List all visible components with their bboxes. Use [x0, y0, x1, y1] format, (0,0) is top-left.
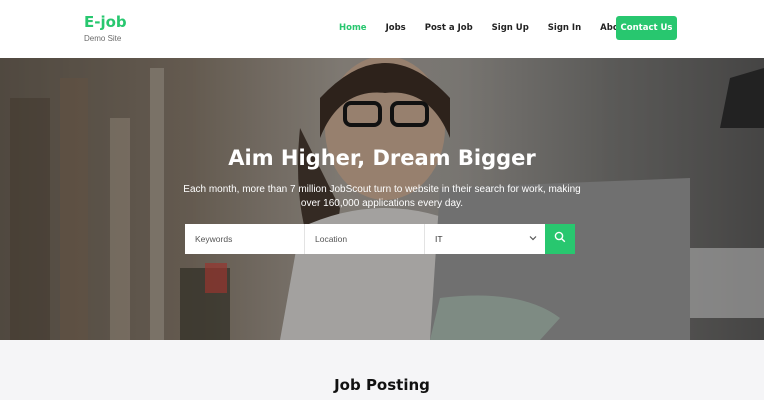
hero-subtitle: Each month, more than 7 million JobScout… [183, 184, 581, 209]
category-select-value: IT [435, 234, 443, 244]
keywords-input[interactable]: Keywords [185, 224, 305, 254]
category-select[interactable]: IT [425, 224, 545, 254]
hero-title: Aim Higher, Dream Bigger [228, 146, 536, 170]
contact-us-button[interactable]: Contact Us [616, 16, 677, 40]
brand-name: E-job [84, 13, 127, 31]
nav-sign-up[interactable]: Sign Up [492, 21, 529, 35]
search-button[interactable] [545, 224, 575, 254]
location-input[interactable]: Location [305, 224, 425, 254]
site-header: E-job Demo Site Home Jobs Post a Job Sig… [0, 0, 764, 58]
job-search-form: Keywords Location IT [185, 224, 575, 254]
hero-banner: Aim Higher, Dream Bigger Each month, mor… [0, 58, 764, 340]
chevron-down-icon [529, 234, 537, 244]
nav-home[interactable]: Home [339, 21, 367, 35]
job-posting-section: Job Posting [0, 340, 764, 400]
search-icon [554, 230, 566, 248]
nav-post-a-job[interactable]: Post a Job [425, 21, 473, 35]
brand-subtitle: Demo Site [84, 34, 122, 43]
main-nav: Home Jobs Post a Job Sign Up Sign In Abo… [339, 21, 648, 35]
nav-sign-in[interactable]: Sign In [548, 21, 581, 35]
section-title: Job Posting [334, 376, 430, 394]
brand-logo[interactable]: E-job Demo Site [84, 14, 127, 44]
nav-jobs[interactable]: Jobs [386, 21, 406, 35]
